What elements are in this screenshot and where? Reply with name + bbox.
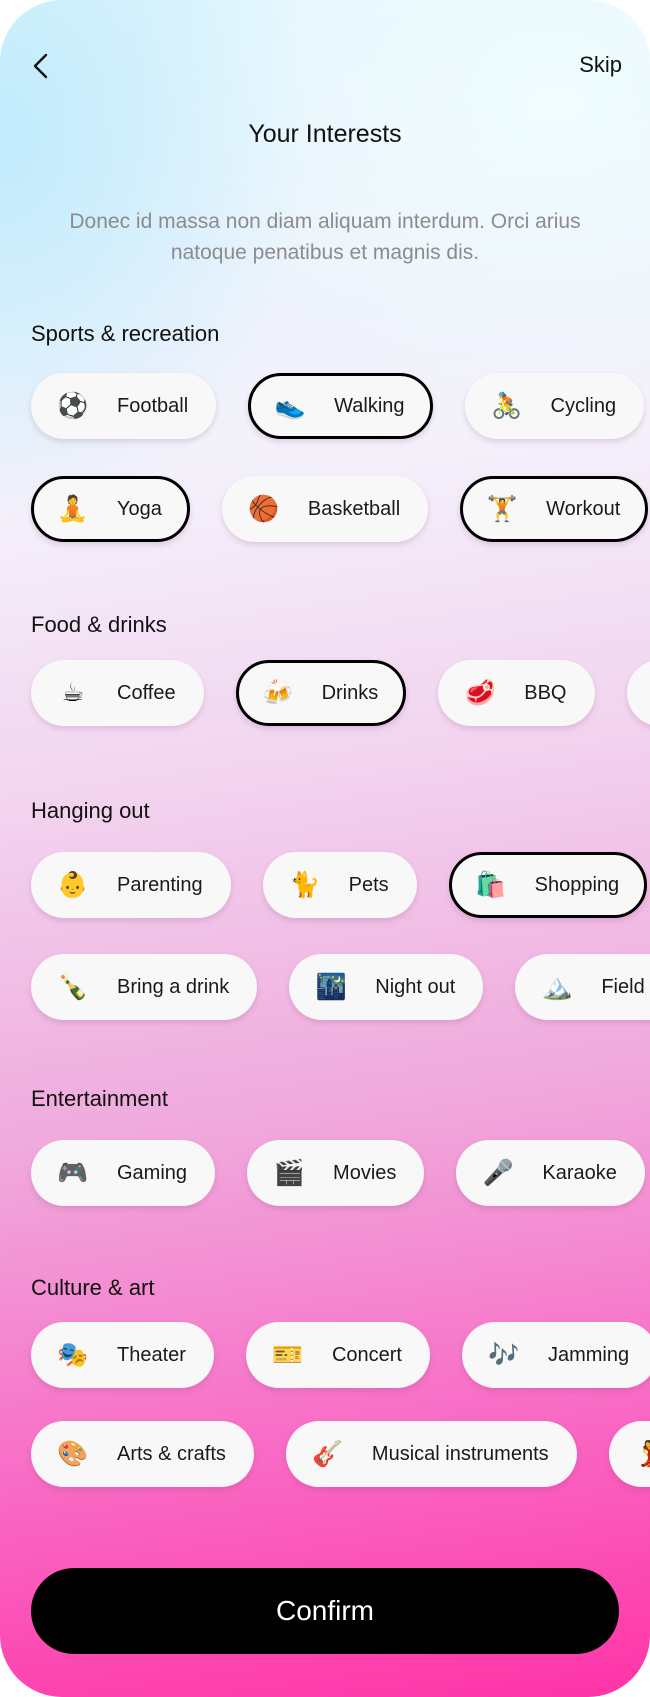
interest-chip[interactable]: 🐈 Pets: [262, 852, 417, 918]
interest-label: Workout: [546, 497, 621, 520]
interest-emoji-icon: 👟: [274, 391, 306, 420]
interest-emoji-icon: 👶: [57, 870, 89, 899]
chip-row: 🎮 Gaming 🎬 Movies 🎤 Karaoke: [31, 1140, 645, 1206]
interest-label: Football: [117, 394, 189, 417]
section-heading: Hanging out: [31, 798, 150, 823]
interest-chip[interactable]: 🚴 Cycling: [464, 373, 645, 439]
interest-chip[interactable]: ☕ Coffee: [31, 660, 204, 726]
interest-chip-selected[interactable]: 🛍️ Shopping: [448, 852, 648, 918]
interest-label: Parenting: [117, 873, 203, 896]
interest-emoji-icon: 🌃: [315, 972, 347, 1001]
interest-chip[interactable]: 👶 Parenting: [31, 852, 231, 918]
section-heading: Food & drinks: [31, 612, 167, 637]
interest-label: Night out: [375, 975, 456, 998]
description: Donec id massa non diam aliquam interdum…: [69, 210, 581, 264]
skip-button[interactable]: Skip: [579, 52, 622, 78]
interest-emoji-icon: 🎫: [272, 1340, 304, 1369]
interest-label: Karaoke: [542, 1161, 617, 1184]
chip-row: 🧘 Yoga 🏀 Basketball 🏋️ Workout: [31, 476, 649, 542]
interest-chip-selected[interactable]: 👟 Walking: [248, 373, 433, 439]
confirm-button[interactable]: Confirm: [31, 1568, 619, 1654]
interest-emoji-icon: 🚴: [490, 391, 523, 420]
page-title: Your Interests: [248, 120, 402, 148]
interest-emoji-icon: ⚽: [57, 391, 89, 420]
interest-emoji-icon: 🍾: [57, 972, 89, 1001]
interest-chip-selected[interactable]: 🏋️ Workout: [460, 476, 649, 542]
chip-row: 🍾 Bring a drink 🌃 Night out 🏔️ Field tri: [31, 954, 650, 1020]
interest-chip[interactable]: 🏔️ Field tri: [515, 954, 650, 1020]
interest-chip[interactable]: 🎨 Arts & crafts: [31, 1421, 254, 1487]
interest-label: Movies: [333, 1161, 397, 1184]
interest-emoji-icon: 🧘: [57, 494, 89, 523]
interest-emoji-icon: 🎨: [57, 1439, 89, 1468]
interest-emoji-icon: 🥩: [464, 678, 496, 707]
interest-emoji-icon: 🏔️: [541, 972, 573, 1001]
section-heading: Sports & recreation: [31, 321, 220, 346]
interest-chip[interactable]: 🎮 Gaming: [31, 1140, 216, 1206]
interest-emoji-icon: 🏀: [248, 494, 280, 523]
interest-chip[interactable]: 🎭 Theater: [31, 1322, 214, 1388]
section-heading: Entertainment: [31, 1086, 168, 1111]
back-button[interactable]: [26, 50, 58, 82]
interest-emoji-icon: 🏋️: [486, 494, 518, 523]
interest-chip[interactable]: 🎤 Karaoke: [456, 1140, 645, 1206]
interest-emoji-icon: 🎬: [273, 1158, 305, 1187]
interest-emoji-icon: 🐈: [289, 870, 321, 899]
interest-label: Gaming: [117, 1161, 188, 1184]
interest-label: Arts & crafts: [117, 1442, 226, 1465]
interest-label: Yoga: [117, 497, 162, 520]
interest-chip-selected[interactable]: 🍻 Drinks: [235, 660, 407, 726]
interest-label: Walking: [334, 394, 405, 417]
interest-label: Basketball: [307, 497, 401, 520]
chip-row: ☕ Coffee 🍻 Drinks 🥩 BBQ 🥙: [31, 660, 650, 726]
interest-chip[interactable]: 🍾 Bring a drink: [31, 954, 258, 1020]
interest-label: BBQ: [524, 681, 567, 704]
interest-label: Bring a drink: [117, 975, 230, 998]
interest-emoji-icon: 🎤: [482, 1158, 514, 1187]
interest-label: Coffee: [117, 681, 176, 704]
interest-label: Shopping: [534, 873, 620, 896]
interest-chip[interactable]: 🏀 Basketball: [221, 476, 429, 542]
interest-emoji-icon: 🛍️: [475, 870, 507, 899]
interest-emoji-icon: 🎮: [57, 1158, 89, 1187]
interest-chip[interactable]: 🎶 Jamming: [461, 1322, 650, 1388]
interest-label: Concert: [331, 1343, 402, 1366]
interest-chip[interactable]: 🎸 Musical instruments: [285, 1421, 577, 1487]
interest-emoji-icon: 🍻: [262, 678, 294, 707]
interest-label: Field tri: [601, 975, 650, 998]
interest-emoji-icon: 🎶: [488, 1340, 520, 1369]
interest-emoji-icon: 🎭: [57, 1340, 89, 1369]
chip-row: ⚽ Football 👟 Walking 🚴 Cycling: [31, 373, 645, 439]
section-heading: Culture & art: [31, 1275, 155, 1300]
interest-chip[interactable]: 🥙: [626, 660, 650, 726]
interest-emoji-icon: 🎸: [312, 1439, 344, 1468]
interest-label: Musical instruments: [371, 1442, 549, 1465]
interest-label: Pets: [348, 873, 389, 896]
interest-chip[interactable]: 🥩 BBQ: [438, 660, 595, 726]
interest-chip-selected[interactable]: 🧘 Yoga: [31, 476, 190, 542]
chip-row: 👶 Parenting 🐈 Pets 🛍️ Shopping: [31, 852, 648, 918]
chip-row: 🎨 Arts & crafts 🎸 Musical instruments 💃: [31, 1421, 650, 1487]
interest-chip[interactable]: 🎫 Concert: [245, 1322, 430, 1388]
interest-chip[interactable]: 🌃 Night out: [289, 954, 484, 1020]
interest-label: Jamming: [547, 1343, 630, 1366]
interest-label: Cycling: [550, 394, 617, 417]
interest-chip[interactable]: 💃: [608, 1421, 650, 1487]
interest-label: Drinks: [321, 681, 379, 704]
interests-screen: Skip Your Interests Donec id massa non d…: [0, 0, 650, 1697]
interest-chip[interactable]: ⚽ Football: [31, 373, 217, 439]
interest-label: Theater: [117, 1343, 186, 1366]
interest-emoji-icon: ☕: [61, 678, 85, 707]
chip-row: 🎭 Theater 🎫 Concert 🎶 Jamming: [31, 1322, 650, 1388]
chevron-left-icon: [33, 53, 48, 79]
interest-emoji-icon: 💃: [635, 1441, 650, 1467]
interest-chip[interactable]: 🎬 Movies: [247, 1140, 425, 1206]
